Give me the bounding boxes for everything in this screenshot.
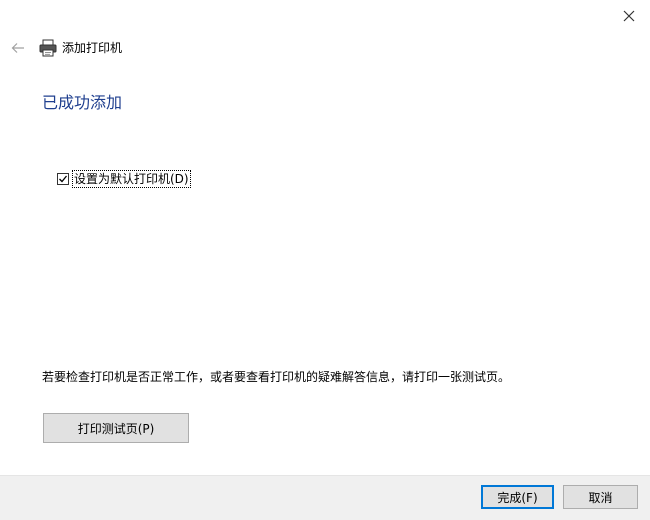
close-icon xyxy=(623,10,635,22)
page-title: 已成功添加 xyxy=(42,93,123,112)
dialog-footer: 完成(F) 取消 xyxy=(0,475,650,520)
window-title: 添加打印机 xyxy=(62,41,123,55)
default-printer-label: 设置为默认打印机(D) xyxy=(72,170,191,188)
checkmark-icon xyxy=(59,175,68,183)
cancel-button[interactable]: 取消 xyxy=(563,485,638,509)
default-printer-checkbox-row[interactable]: 设置为默认打印机(D) xyxy=(57,170,191,188)
close-button[interactable] xyxy=(614,4,644,28)
default-printer-checkbox[interactable] xyxy=(57,173,69,185)
printer-icon xyxy=(39,39,57,57)
print-test-page-button[interactable]: 打印测试页(P) xyxy=(43,413,189,443)
test-page-info-text: 若要检查打印机是否正常工作，或者要查看打印机的疑难解答信息，请打印一张测试页。 xyxy=(42,370,511,384)
add-printer-dialog: 添加打印机 已成功添加 设置为默认打印机(D) 若要检查打印机是否正常工作，或者… xyxy=(0,0,650,520)
back-arrow-icon xyxy=(11,43,24,53)
finish-button[interactable]: 完成(F) xyxy=(481,485,554,509)
back-button[interactable] xyxy=(8,38,28,58)
